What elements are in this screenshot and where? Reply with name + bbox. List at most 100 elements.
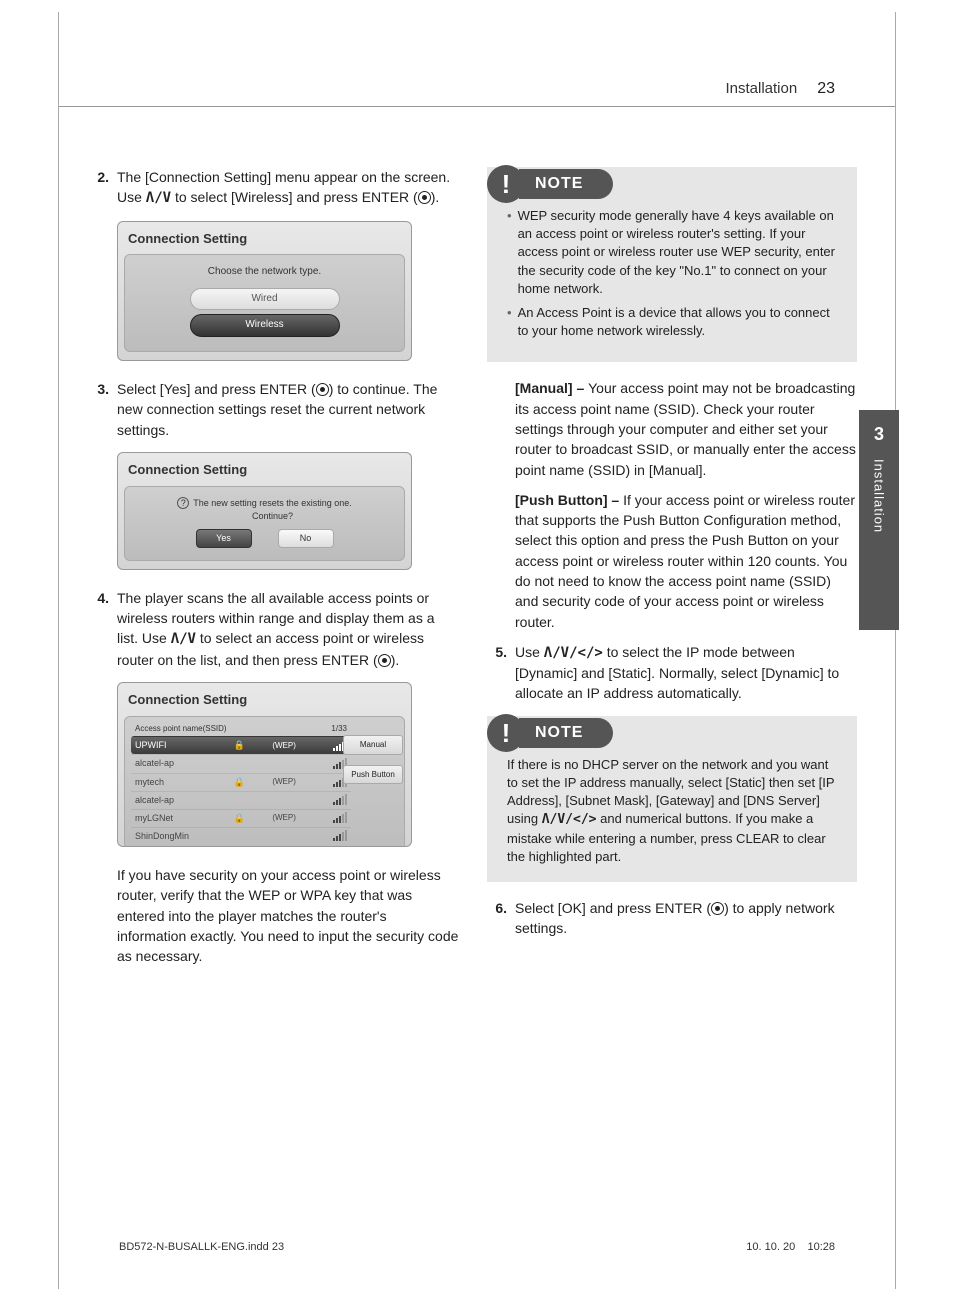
ss2-question: ? The new setting resets the existing on… — [177, 497, 352, 523]
step-3: 3. Select [Yes] and press ENTER () to co… — [89, 379, 459, 440]
ss2-buttons: Yes No — [196, 529, 334, 548]
lock-icon: 🔒 — [234, 812, 244, 825]
signal-icon — [333, 831, 347, 841]
step-2-text-b: to select [Wireless] and press ENTER ( — [171, 189, 418, 205]
step-2-text: The [Connection Setting] menu appear on … — [117, 167, 459, 209]
right-column: ! NOTE WEP security mode generally have … — [487, 167, 857, 976]
lock-icon: 🔒 — [234, 776, 244, 789]
ss3-title: Connection Setting — [118, 683, 411, 714]
navigation-arrows-icon: Λ/V/</> — [542, 812, 597, 827]
enter-icon — [418, 191, 431, 204]
screenshot-ap-list: Connection Setting Access point name(SSI… — [117, 682, 412, 847]
step-6: 6. Select [OK] and press ENTER () to app… — [487, 898, 857, 939]
manual-title: [Manual] – — [515, 380, 588, 396]
ss1-label: Choose the network type. — [208, 265, 321, 280]
ap-name: alcatel-ap — [135, 757, 205, 770]
ap-row: ShinDongMin — [131, 827, 351, 845]
enter-icon — [316, 383, 329, 396]
step-2-number: 2. — [89, 167, 109, 209]
ap-security: (WEP) — [272, 740, 304, 752]
note-box-1: ! NOTE WEP security mode generally have … — [487, 167, 857, 362]
exclamation-icon: ! — [487, 165, 525, 203]
ap-row: alcatel-ap — [131, 754, 351, 772]
step-5: 5. Use Λ/V/</> to select the IP mode bet… — [487, 642, 857, 704]
ap-row: UPWIFI 🔒 (WEP) — [131, 736, 351, 754]
manual-button: Manual — [343, 735, 403, 755]
no-button: No — [278, 529, 334, 548]
lock-icon: 🔒 — [234, 739, 244, 752]
footer-time: 10:28 — [807, 1241, 835, 1253]
enter-icon — [378, 654, 391, 667]
manual-paragraph: [Manual] – Your access point may not be … — [515, 378, 857, 479]
ap-name: UPWIFI — [135, 739, 205, 752]
navigation-arrows-icon: Λ/V/</> — [544, 645, 603, 661]
ap-header-left: Access point name(SSID) — [135, 723, 227, 735]
note-box-2: ! NOTE If there is no DHCP server on the… — [487, 716, 857, 882]
question-mark-icon: ? — [177, 497, 189, 509]
push-title: [Push Button] – — [515, 492, 623, 508]
page-header: Installation 23 — [59, 30, 895, 107]
screenshot-connection-type: Connection Setting Choose the network ty… — [117, 221, 412, 361]
note1-item-text: WEP security mode generally have 4 keys … — [518, 207, 841, 298]
step-3-number: 3. — [89, 379, 109, 440]
step-4-text: The player scans the all available acces… — [117, 588, 459, 670]
left-column: 2. The [Connection Setting] menu appear … — [89, 167, 459, 976]
screenshot-confirm-reset: Connection Setting ? The new setting res… — [117, 452, 412, 570]
signal-icon — [333, 813, 347, 823]
note-label: ! NOTE — [487, 714, 613, 752]
note-title: NOTE — [519, 718, 613, 748]
note2-body: If there is no DHCP server on the networ… — [503, 756, 841, 866]
push-body: If your access point or wireless router … — [515, 492, 855, 630]
ap-name: ShinDongMin — [135, 830, 205, 843]
header-page-number: 23 — [817, 80, 835, 98]
push-paragraph: [Push Button] – If your access point or … — [515, 490, 857, 632]
signal-icon — [333, 795, 347, 805]
step-6-text: Select [OK] and press ENTER () to apply … — [515, 898, 857, 939]
up-down-arrows-icon: Λ/V — [146, 190, 171, 206]
enter-icon — [711, 902, 724, 915]
footer-file: BD572-N-BUSALLK-ENG.indd 23 — [119, 1241, 284, 1253]
ap-table: Access point name(SSID) 1/33 UPWIFI 🔒 (W… — [131, 723, 351, 845]
push-button-button: Push Button — [343, 765, 403, 785]
step-4-text-c: ). — [391, 652, 400, 668]
step-4-number: 4. — [89, 588, 109, 670]
ap-header-right: 1/33 — [331, 723, 347, 735]
side-tab-number: 3 — [874, 424, 884, 445]
step-6-number: 6. — [487, 898, 507, 939]
step-3-text: Select [Yes] and press ENTER () to conti… — [117, 379, 459, 440]
ss2-title: Connection Setting — [118, 453, 411, 484]
ss3-side-buttons: Manual Push Button — [343, 735, 403, 784]
step-2-text-c: ). — [431, 189, 440, 205]
step-5-text-a: Use — [515, 644, 544, 660]
content-columns: 2. The [Connection Setting] menu appear … — [59, 107, 895, 996]
note1-item-text: An Access Point is a device that allows … — [518, 304, 841, 340]
step-5-number: 5. — [487, 642, 507, 704]
wired-option: Wired — [190, 288, 340, 311]
side-tab: 3 Installation — [859, 410, 899, 630]
ss1-title: Connection Setting — [118, 222, 411, 253]
note-label: ! NOTE — [487, 165, 613, 203]
page-frame: Installation 23 3 Installation 2. The [C… — [58, 30, 896, 1271]
exclamation-icon: ! — [487, 714, 525, 752]
ap-name: alcatel-ap — [135, 794, 205, 807]
step-3-text-a: Select [Yes] and press ENTER ( — [117, 381, 316, 397]
side-tab-label: Installation — [872, 459, 887, 533]
note1-item: An Access Point is a device that allows … — [507, 304, 841, 340]
yes-button: Yes — [196, 529, 252, 548]
ap-row: myLGNet 🔒 (WEP) — [131, 809, 351, 827]
note1-item: WEP security mode generally have 4 keys … — [507, 207, 841, 298]
step-4: 4. The player scans the all available ac… — [89, 588, 459, 670]
ap-security: (WEP) — [272, 812, 304, 824]
ap-row: alcatel-ap — [131, 791, 351, 809]
step-6-text-a: Select [OK] and press ENTER ( — [515, 900, 711, 916]
step-5-text: Use Λ/V/</> to select the IP mode betwee… — [515, 642, 857, 704]
ap-security: (WEP) — [272, 776, 304, 788]
step-2: 2. The [Connection Setting] menu appear … — [89, 167, 459, 209]
wireless-option: Wireless — [190, 314, 340, 337]
up-down-arrows-icon: Λ/V — [171, 631, 196, 647]
footer-date: 10. 10. 20 — [746, 1241, 795, 1253]
ap-name: myLGNet — [135, 812, 205, 825]
post-step4-text: If you have security on your access poin… — [117, 865, 459, 966]
note-title: NOTE — [519, 169, 613, 199]
page-footer: BD572-N-BUSALLK-ENG.indd 23 10. 10. 20 1… — [59, 1241, 895, 1253]
